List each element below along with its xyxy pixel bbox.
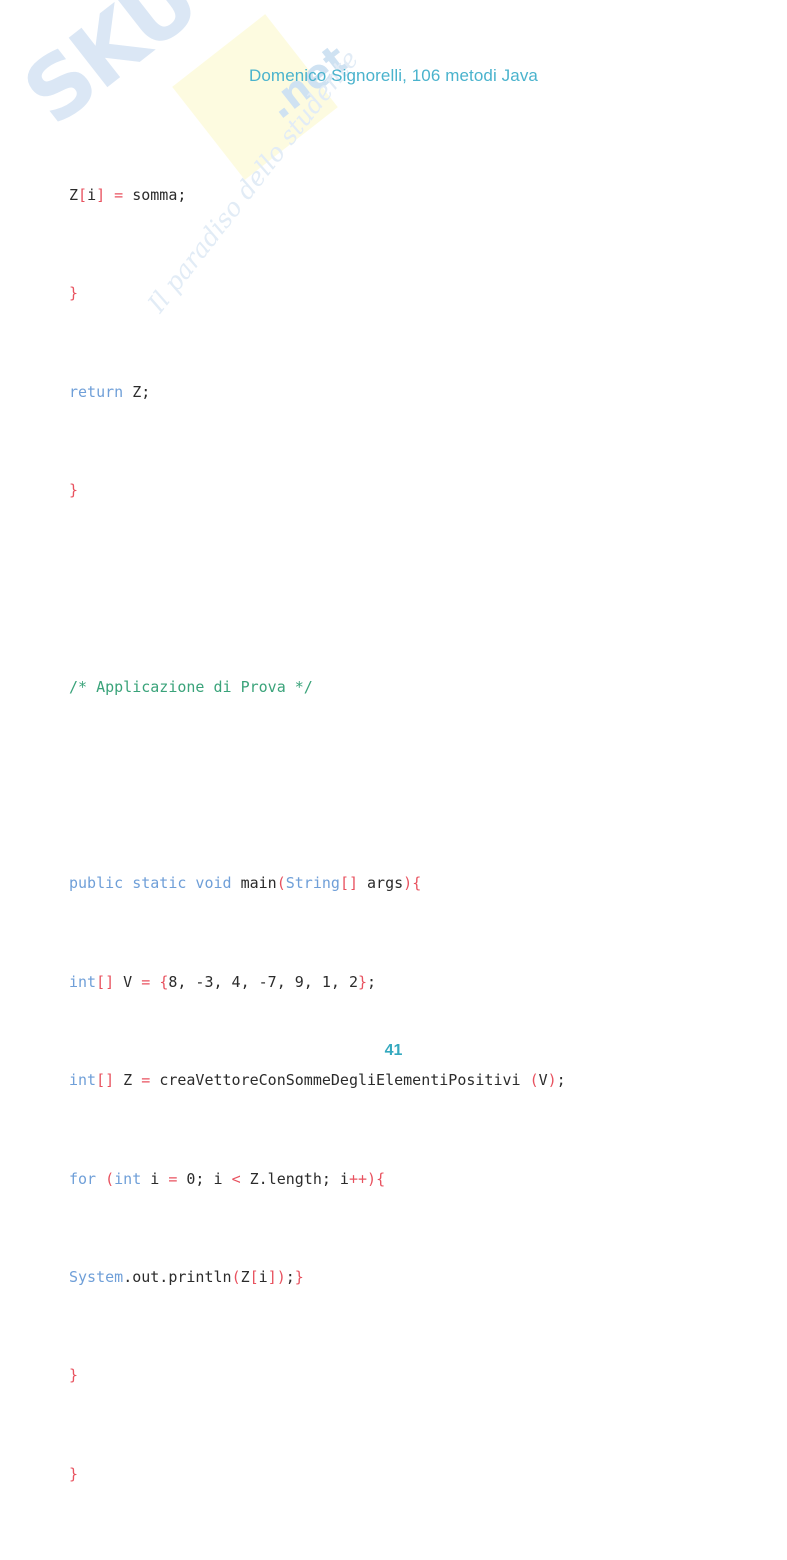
code-token-array-values: 8, -3, 4, -7, 9, 1, 2 <box>168 972 358 991</box>
code-token-identifier: i <box>258 1267 268 1286</box>
code-token-brace: } <box>69 1464 79 1483</box>
code-token-paren: ( <box>529 1071 539 1090</box>
code-token-type: System <box>69 1267 124 1286</box>
page-number: 41 <box>384 1042 403 1059</box>
code-line: int[] Z = creaVettoreConSommeDegliElemen… <box>69 1068 769 1093</box>
code-token-paren: ) <box>367 1169 377 1188</box>
code-token-brace: { <box>412 874 422 893</box>
code-token-paren: ) <box>547 1071 557 1090</box>
code-line: } <box>69 1462 769 1487</box>
code-token-operator: = <box>141 1071 151 1090</box>
code-token-operator: ++ <box>348 1169 368 1188</box>
code-token-semicolon: ; <box>556 1071 566 1090</box>
code-token-brace: } <box>69 1366 79 1385</box>
code-token-paren: ) <box>276 1267 286 1286</box>
code-token-type: int <box>69 972 97 991</box>
code-token-expression: 0; i <box>177 1169 232 1188</box>
code-token-operator: = <box>141 972 151 991</box>
code-token-type: int <box>114 1169 142 1188</box>
code-token-type: String <box>285 874 340 893</box>
code-token-brace: } <box>69 480 79 499</box>
code-token-bracket: [ <box>249 1267 259 1286</box>
code-line: System.out.println(Z[i]);} <box>69 1265 769 1290</box>
code-token-member: .out.println <box>123 1267 232 1286</box>
code-line: } <box>69 1363 769 1388</box>
code-token-keyword: public static void <box>69 874 232 893</box>
code-token-type: int <box>69 1071 97 1090</box>
code-token-identifier: main <box>231 874 277 893</box>
code-token-keyword: for <box>69 1169 97 1188</box>
code-line: for (int i = 0; i < Z.length; i++){ <box>69 1167 769 1192</box>
code-line: /* Applicazione di Prova */ <box>69 675 769 700</box>
code-line: public static void main(String[] args){ <box>69 871 769 896</box>
code-token-bracket: ] <box>267 1267 277 1286</box>
code-token-bracket: ] <box>96 185 106 204</box>
code-token-keyword: return <box>69 382 124 401</box>
code-token-paren: ( <box>231 1267 241 1286</box>
code-token-identifier: i <box>87 185 97 204</box>
code-token-method-call: creaVettoreConSommeDegliElementiPositivi <box>159 1071 521 1090</box>
code-token-identifier: Z <box>240 1267 250 1286</box>
code-token-brace: } <box>358 972 368 991</box>
code-token-operator: = <box>114 185 124 204</box>
code-token-identifier: Z <box>69 185 79 204</box>
page-header-title: Domenico Signorelli, 106 metodi Java <box>249 66 538 85</box>
code-token-identifier: args <box>358 874 404 893</box>
code-line: } <box>69 478 769 503</box>
code-token-operator: = <box>168 1169 178 1188</box>
document-page: Domenico Signorelli, 106 metodi Java Z[i… <box>0 0 787 1483</box>
code-token-comment: /* Applicazione di Prova */ <box>69 677 313 696</box>
code-token-expression: somma; <box>123 185 187 204</box>
code-token-operator: < <box>231 1169 241 1188</box>
code-line: int[] V = {8, -3, 4, -7, 9, 1, 2}; <box>69 970 769 995</box>
code-token-expression: Z; <box>123 382 151 401</box>
code-token-brace: } <box>69 284 79 303</box>
code-token-identifier: Z <box>114 1071 142 1090</box>
code-token-bracket: [] <box>339 874 358 893</box>
code-token-brace: { <box>159 972 169 991</box>
code-token-paren: ( <box>276 874 286 893</box>
code-token-bracket: [] <box>96 972 115 991</box>
code-token-argument: V <box>538 1071 548 1090</box>
code-line: Z[i] = somma; <box>69 183 769 208</box>
code-token-bracket: [ <box>78 185 88 204</box>
code-token-identifier: i <box>141 1169 169 1188</box>
code-token-brace: { <box>376 1169 386 1188</box>
code-token-expression: Z.length; i <box>240 1169 349 1188</box>
code-line: return Z; <box>69 380 769 405</box>
code-token-paren: ( <box>105 1169 115 1188</box>
code-token-bracket: [] <box>96 1071 115 1090</box>
code-token-paren: ) <box>403 874 413 893</box>
code-token-semicolon: ; <box>285 1267 295 1286</box>
code-token-semicolon: ; <box>367 972 377 991</box>
code-token-identifier: V <box>114 972 142 991</box>
code-token-brace: } <box>294 1267 304 1286</box>
java-code-block: Z[i] = somma; } return Z; } /* Applicazi… <box>69 109 769 1560</box>
code-line: } <box>69 281 769 306</box>
